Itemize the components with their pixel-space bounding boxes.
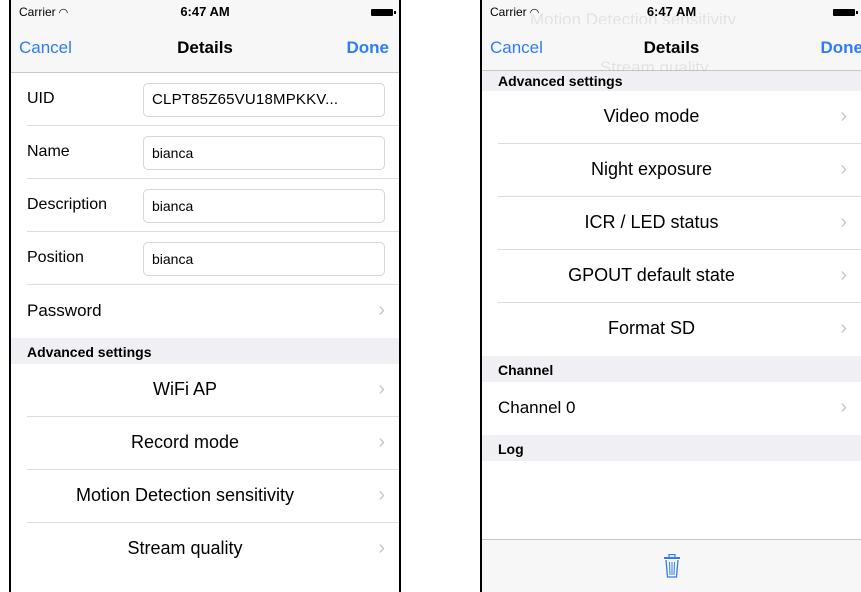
nav-bar: Cancel Details Done (11, 24, 399, 73)
chevron-right-icon: › (840, 396, 847, 418)
description-label: Description (27, 196, 108, 213)
chevron-right-icon: › (840, 211, 847, 233)
chevron-right-icon: › (840, 105, 847, 127)
section-header-log: Log (482, 435, 861, 461)
chevron-right-icon: › (378, 537, 385, 559)
details-screen-right: Carrier ◠ 6:47 AM Motion Detection sensit… (480, 0, 861, 592)
uid-field[interactable]: CLPT85Z65VU18MPKKV... (143, 83, 385, 117)
gpout-default-state-label: GPOUT default state (568, 265, 735, 285)
section-header-channel: Channel (482, 356, 861, 382)
name-row: Name bianca (11, 126, 399, 179)
uid-label: UID (27, 90, 55, 107)
motion-detection-row[interactable]: Motion Detection sensitivity › (11, 470, 399, 523)
motion-detection-label: Motion Detection sensitivity (75, 485, 295, 505)
stream-quality-label: Stream quality (127, 538, 243, 558)
password-label: Password (27, 301, 102, 320)
channel-0-label: Channel 0 (498, 398, 576, 417)
chevron-right-icon: › (378, 431, 385, 453)
format-sd-row[interactable]: Format SD › (482, 303, 861, 356)
battery-icon (371, 9, 396, 16)
position-row: Position bianca (11, 232, 399, 285)
wifi-ap-label: WiFi AP (152, 379, 217, 399)
record-mode-row[interactable]: Record mode › (11, 417, 399, 470)
status-bar: Carrier ◠ 6:47 AM Motion Detection sensit… (482, 0, 861, 29)
gpout-default-state-row[interactable]: GPOUT default state › (482, 250, 861, 303)
chevron-right-icon: › (378, 378, 385, 400)
section-label: Advanced settings (498, 73, 623, 89)
chevron-right-icon: › (840, 158, 847, 180)
video-mode-label: Video mode (603, 106, 700, 126)
section-label: Log (498, 441, 524, 457)
night-exposure-label: Night exposure (590, 159, 713, 179)
status-bar: Carrier ◠ 6:47 AM (11, 0, 399, 24)
position-field[interactable]: bianca (143, 242, 385, 276)
position-label: Position (27, 249, 84, 266)
description-row: Description bianca (11, 179, 399, 232)
night-exposure-row[interactable]: Night exposure › (482, 144, 861, 197)
chevron-right-icon: › (840, 264, 847, 286)
channel-0-row[interactable]: Channel 0 › (482, 382, 861, 435)
page-title: Details (643, 38, 700, 57)
description-field[interactable]: bianca (143, 189, 385, 223)
nav-bar: Cancel Details Done Stream quality (482, 24, 861, 77)
section-header-advanced: Advanced settings (11, 338, 399, 364)
icr-led-status-label: ICR / LED status (584, 212, 719, 232)
section-header-advanced: Advanced settings (482, 71, 861, 91)
bottom-toolbar (482, 539, 861, 592)
format-sd-label: Format SD (607, 318, 695, 338)
section-label: Advanced settings (27, 344, 152, 360)
battery-icon (833, 9, 858, 16)
done-button[interactable]: Done (821, 38, 861, 58)
section-label: Channel (498, 362, 554, 378)
record-mode-label: Record mode (130, 432, 240, 452)
details-screen-left: Carrier ◠ 6:47 AM Cancel Details Done UID… (9, 0, 401, 592)
name-field[interactable]: bianca (143, 136, 385, 170)
stream-quality-row[interactable]: Stream quality › (11, 523, 399, 576)
video-mode-row[interactable]: Video mode › (482, 91, 861, 144)
uid-row: UID CLPT85Z65VU18MPKKV... (11, 73, 399, 126)
page-title: Details (177, 38, 233, 57)
done-button[interactable]: Done (347, 38, 390, 58)
password-row[interactable]: Password › (11, 285, 399, 338)
icr-led-status-row[interactable]: ICR / LED status › (482, 197, 861, 250)
chevron-right-icon: › (378, 299, 385, 321)
trash-icon[interactable] (663, 554, 681, 578)
chevron-right-icon: › (840, 317, 847, 339)
status-time: 6:47 AM (180, 4, 230, 19)
name-label: Name (27, 143, 70, 160)
chevron-right-icon: › (378, 484, 385, 506)
wifi-ap-row[interactable]: WiFi AP › (11, 364, 399, 417)
